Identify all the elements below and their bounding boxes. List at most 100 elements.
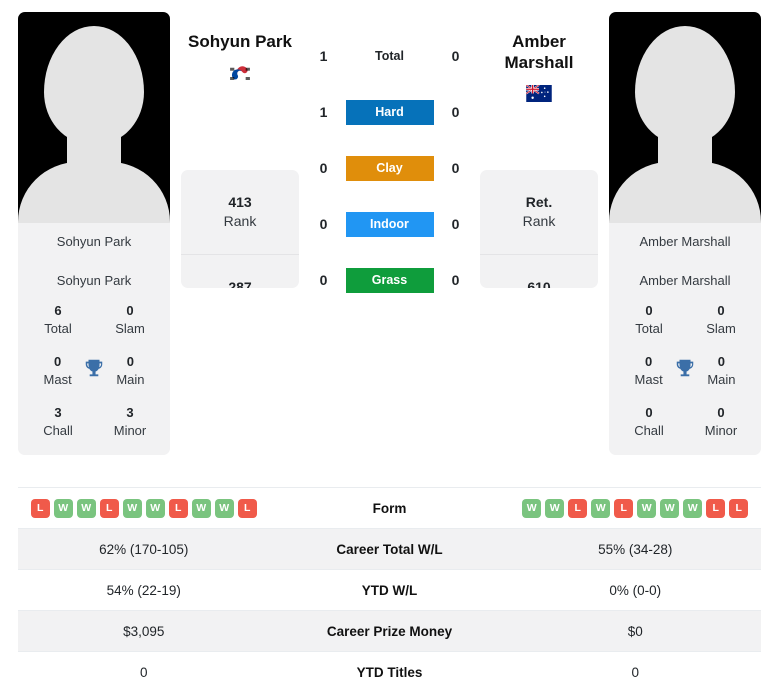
stat-rank-label: Rank: [522, 213, 556, 229]
ytd-titles-left: 0: [139, 664, 148, 680]
titles-chall-label: Chall: [43, 422, 73, 438]
stat-rank-left: 413 Rank: [181, 170, 299, 255]
form-badge-l: L: [614, 498, 634, 518]
table-row-career-total-wl: 62% (170-105) Career Total W/L 55% (34-2…: [18, 528, 761, 569]
titles-total-value: 0: [645, 303, 653, 318]
form-left: LWWLWWLWWL: [18, 498, 270, 518]
titles-row: 0 Total 0 Slam: [615, 302, 755, 353]
titles-heading-left: Sohyun Park: [56, 273, 132, 288]
player-comparison-page: Sohyun Park Sohyun Park 6 Total 0 Slam 0…: [0, 0, 779, 699]
form-badge-w: W: [522, 498, 542, 518]
player-name-right: Amber Marshall: [504, 32, 574, 72]
titles-slam-label: Slam: [115, 320, 145, 336]
avatar-ear-left: [65, 98, 80, 128]
stat-rank-right: Ret. Rank: [480, 170, 598, 255]
titles-total-label: Total: [635, 320, 663, 336]
titles-total-label: Total: [44, 320, 72, 336]
player-stats-panel-right: Ret. Rank 610 High 23 Age Plays: [480, 170, 598, 288]
titles-grid-left: 6 Total 0 Slam 0 Mast 0 Main 3 Chall 3 M…: [24, 302, 164, 441]
surface-right-count: 0: [451, 272, 460, 288]
au-flag-icon: [526, 85, 552, 103]
surface-label-hard: Hard: [345, 99, 434, 125]
player-photo-caption-left: Sohyun Park: [18, 223, 170, 259]
form-badge-l: L: [99, 498, 119, 518]
stat-rank-value: Ret.: [525, 194, 553, 211]
titles-row: 0 Chall 0 Minor: [615, 404, 755, 441]
form-strip-right: WWLWLWWWLL: [510, 498, 762, 518]
surface-left-count: 0: [319, 272, 328, 288]
surface-label-grass: Grass: [345, 267, 434, 293]
titles-minor-label: Minor: [113, 422, 147, 438]
titles-row: 0 Mast 0 Main: [24, 353, 164, 404]
titles-grid-right: 0 Total 0 Slam 0 Mast 0 Main 0 Chall 0 M…: [615, 302, 755, 441]
surface-row-hard: 1 Hard 0: [300, 84, 479, 140]
ytd-titles-right: 0: [631, 664, 639, 680]
titles-minor-value: 0: [717, 405, 725, 421]
career-prize-money-right: $0: [627, 623, 643, 639]
titles-minor-left: 3 Minor: [106, 404, 154, 439]
titles-mast-right: 0 Mast: [625, 353, 672, 388]
table-row-label: YTD Titles: [356, 664, 423, 680]
career-prize-money-left: $3,095: [123, 623, 165, 639]
player-photo-caption-right: Amber Marshall: [609, 223, 761, 259]
table-row-label: Form: [372, 500, 407, 516]
titles-total-value: 6: [54, 303, 62, 318]
form-badge-w: W: [145, 498, 165, 518]
table-row-label: YTD W/L: [361, 582, 418, 598]
avatar-ear-right: [108, 98, 123, 128]
titles-main-label: Main: [707, 371, 736, 387]
surface-titles-column: 1 Total 0 1 Hard 0 0 Clay 0 0 Indoor 0 0: [300, 12, 479, 308]
player-photo-left: [18, 12, 170, 223]
table-row-label: Career Prize Money: [326, 623, 453, 639]
player-card-right[interactable]: Amber Marshall Amber Marshall 0 Total 0 …: [609, 12, 761, 456]
career-total-wl-left: 62% (170-105): [99, 541, 189, 557]
player-card-left[interactable]: Sohyun Park Sohyun Park 6 Total 0 Slam 0…: [18, 12, 170, 456]
form-badge-w: W: [76, 498, 96, 518]
titles-mast-label: Mast: [634, 371, 663, 387]
ytd-wl-left: 54% (22-19): [106, 582, 181, 598]
titles-main-label: Main: [116, 371, 145, 387]
avatar-shoulders: [18, 162, 170, 223]
titles-main-value: 0: [717, 354, 726, 370]
player-name-left: Sohyun Park: [188, 32, 292, 51]
titles-main-left: 0 Main: [107, 353, 154, 388]
titles-row: 3 Chall 3 Minor: [24, 404, 164, 441]
comparison-table: LWWLWWLWWL Form WWLWLWWWLL 62% (170-105)…: [18, 487, 761, 692]
surface-row-grass: 0 Grass 0: [300, 252, 479, 308]
form-badge-l: L: [237, 498, 257, 518]
surface-left-count: 1: [319, 104, 328, 120]
surface-label-clay: Clay: [345, 155, 434, 181]
titles-heading-right: Amber Marshall: [639, 273, 731, 288]
player-name-block-left: Sohyun Park: [180, 12, 300, 132]
trophy-icon: [81, 353, 107, 379]
stat-rank-value: 413: [228, 194, 252, 211]
form-strip-left: LWWLWWLWWL: [18, 498, 270, 518]
surface-right-count: 0: [451, 160, 460, 176]
titles-block-left: Sohyun Park 6 Total 0 Slam 0 Mast 0 Main…: [18, 259, 170, 456]
titles-chall-left: 3 Chall: [34, 404, 82, 439]
avatar-silhouette-icon: [635, 26, 735, 144]
player-stats-panel-left: 413 Rank 287 High 22 Age Plays: [181, 170, 299, 288]
stat-high-right: 610 High: [480, 255, 598, 288]
form-badge-w: W: [660, 498, 680, 518]
titles-slam-left: 0 Slam: [106, 302, 154, 337]
stat-rank-label: Rank: [223, 213, 257, 229]
titles-row: 0 Mast 0 Main: [615, 353, 755, 404]
surface-right-count: 0: [451, 104, 460, 120]
titles-minor-label: Minor: [704, 422, 738, 438]
surface-row-total: 1 Total 0: [300, 28, 479, 84]
titles-mast-value: 0: [53, 354, 62, 370]
surface-right-count: 0: [451, 216, 460, 232]
titles-mast-label: Mast: [43, 371, 72, 387]
form-badge-l: L: [568, 498, 588, 518]
table-row-ytd-wl: 54% (22-19) YTD W/L 0% (0-0): [18, 569, 761, 610]
titles-slam-right: 0 Slam: [697, 302, 745, 337]
form-badge-w: W: [214, 498, 234, 518]
surface-left-count: 0: [319, 216, 328, 232]
form-badge-w: W: [591, 498, 611, 518]
titles-mast-value: 0: [644, 354, 653, 370]
titles-mast-left: 0 Mast: [34, 353, 81, 388]
titles-chall-value: 0: [645, 405, 653, 421]
form-badge-w: W: [637, 498, 657, 518]
stat-high-value: 610: [527, 279, 551, 288]
